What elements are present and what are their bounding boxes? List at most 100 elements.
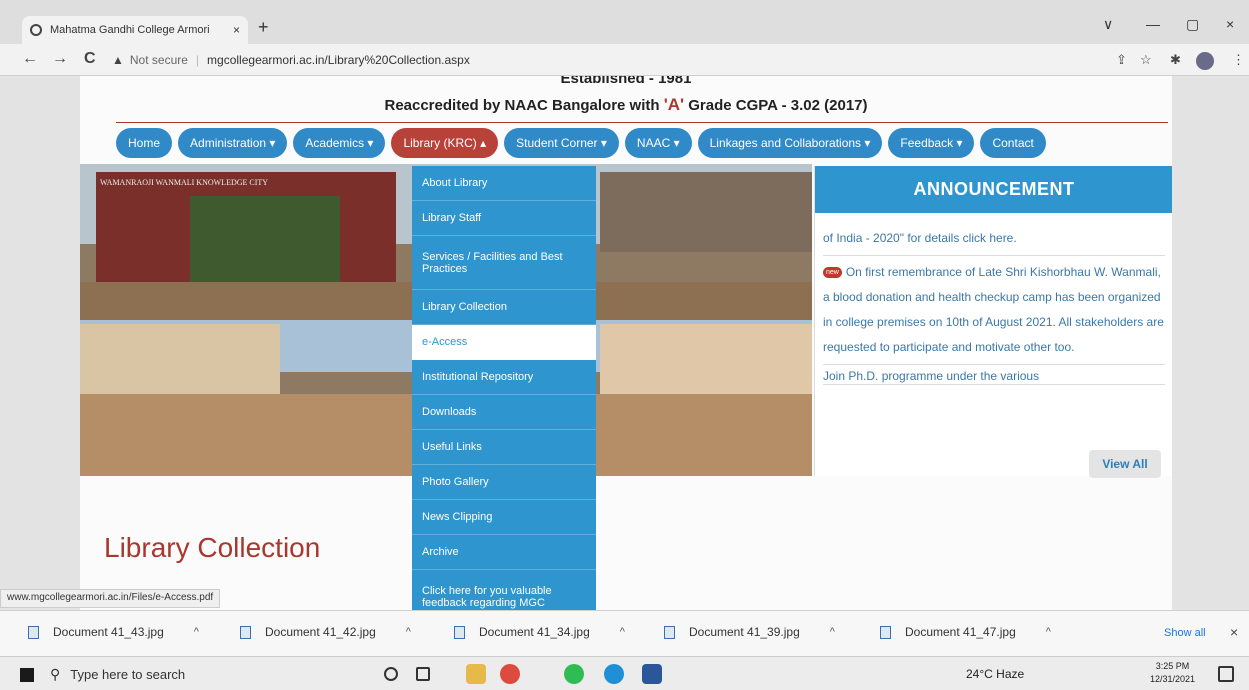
word-icon[interactable] (642, 664, 662, 684)
menu-item-feedback[interactable]: Click here for you valuable feedback reg… (412, 570, 596, 610)
search-icon: ⚲ (50, 665, 61, 682)
announcement-item[interactable]: of India - 2020" for details click here. (823, 222, 1165, 256)
photo-building (600, 172, 812, 252)
nav-administration[interactable]: Administration ▾ (178, 128, 288, 158)
weather-widget[interactable]: 24°C Haze (966, 667, 1024, 681)
menu-item-photo-gallery[interactable]: Photo Gallery (412, 465, 596, 500)
clock-date: 12/31/2021 (1150, 674, 1196, 684)
menu-item-institutional-repository[interactable]: Institutional Repository (412, 360, 596, 395)
file-explorer-icon[interactable] (466, 664, 486, 684)
close-window-button[interactable]: × (1226, 16, 1234, 32)
bookmark-star-icon[interactable]: ☆ (1140, 52, 1152, 68)
chevron-up-icon[interactable]: ^ (406, 626, 411, 638)
photo-building-left (80, 324, 280, 394)
menu-item-news-clipping[interactable]: News Clipping (412, 500, 596, 535)
photo-building-right (600, 324, 812, 400)
tab-title: Mahatma Gandhi College Armori (50, 24, 210, 36)
url-text: mgcollegearmori.ac.in/Library%20Collecti… (207, 53, 470, 67)
maximize-button[interactable]: ▢ (1186, 16, 1199, 33)
menu-item-e-access[interactable]: e-Access (412, 325, 596, 360)
windows-start-icon[interactable] (20, 668, 34, 682)
file-icon (240, 625, 251, 639)
library-dropdown-menu: About Library Library Staff Services / F… (412, 166, 596, 610)
nav-contact[interactable]: Contact (980, 128, 1046, 158)
header-divider (116, 122, 1168, 123)
minimize-button[interactable]: — (1146, 16, 1160, 32)
system-clock[interactable]: 3:25 PM 12/31/2021 (1150, 660, 1195, 686)
announcement-item[interactable]: Join Ph.D. programme under the various (823, 365, 1165, 385)
download-item[interactable]: Document 41_47.jpg ^ (880, 625, 1051, 639)
notification-icon[interactable] (1218, 666, 1234, 682)
download-item[interactable]: Document 41_34.jpg ^ (454, 625, 625, 639)
back-button[interactable]: ← (22, 50, 38, 68)
tab-close-icon[interactable]: × (233, 23, 240, 37)
accreditation-pre: Reaccredited by NAAC Bangalore with (384, 97, 664, 114)
download-filename: Document 41_34.jpg (479, 625, 590, 639)
download-item[interactable]: Document 41_42.jpg ^ (240, 625, 411, 639)
show-all-downloads-button[interactable]: Show all (1164, 627, 1206, 639)
nav-library[interactable]: Library (KRC) ▴ (391, 128, 499, 158)
whatsapp-icon[interactable] (564, 664, 584, 684)
main-nav: Home Administration ▾ Academics ▾ Librar… (116, 128, 1046, 162)
profile-avatar[interactable] (1196, 52, 1214, 70)
extensions-icon[interactable]: ✱ (1170, 52, 1181, 68)
menu-kebab-icon[interactable]: ⋮ (1232, 52, 1245, 68)
status-link-preview: www.mgcollegearmori.ac.in/Files/e-Access… (0, 589, 221, 608)
page-margin-left (0, 76, 80, 610)
reload-button[interactable]: C (84, 50, 96, 68)
menu-item-about-library[interactable]: About Library (412, 166, 596, 201)
menu-item-library-staff[interactable]: Library Staff (412, 201, 596, 236)
nav-naac[interactable]: NAAC ▾ (624, 128, 692, 158)
announcement-item[interactable]: new On first remembrance of Late Shri Kis… (823, 256, 1165, 365)
download-shelf: Document 41_43.jpg ^ Document 41_42.jpg ^ … (0, 610, 1249, 656)
download-filename: Document 41_42.jpg (265, 625, 376, 639)
download-filename: Document 41_47.jpg (905, 625, 1016, 639)
new-tab-button[interactable]: + (258, 17, 269, 38)
menu-item-library-collection[interactable]: Library Collection (412, 290, 596, 325)
download-item[interactable]: Document 41_43.jpg ^ (28, 625, 199, 639)
windows-taskbar: ⚲ Type here to search 24°C Haze 3:25 PM … (0, 656, 1249, 690)
page-title: Library Collection (104, 532, 321, 563)
menu-item-useful-links[interactable]: Useful Links (412, 430, 596, 465)
close-shelf-icon[interactable]: × (1230, 624, 1238, 640)
cortana-icon[interactable] (384, 667, 398, 681)
chevron-up-icon[interactable]: ^ (1046, 626, 1051, 638)
announcement-panel: ANNOUNCEMENT of India - 2020" for detail… (814, 166, 1172, 478)
address-separator: | (195, 53, 200, 67)
announcement-heading: ANNOUNCEMENT (815, 166, 1172, 213)
file-icon (880, 625, 891, 639)
address-bar[interactable]: ▲ Not secure | mgcollegearmori.ac.in/Lib… (112, 48, 1202, 72)
taskbar-search[interactable]: ⚲ Type here to search (50, 661, 350, 687)
menu-item-downloads[interactable]: Downloads (412, 395, 596, 430)
established-text: Established - 1981 (560, 76, 692, 87)
chevron-up-icon[interactable]: ^ (830, 626, 835, 638)
nav-home[interactable]: Home (116, 128, 173, 158)
edge-icon[interactable] (604, 664, 624, 684)
nav-feedback[interactable]: Feedback ▾ (888, 128, 975, 158)
screen: Mahatma Gandhi College Armori × + ∨ — ▢ … (0, 0, 1249, 690)
announcement-list: of India - 2020" for details click here.… (823, 222, 1165, 385)
task-view-icon[interactable] (416, 667, 430, 681)
nav-academics[interactable]: Academics ▾ (293, 128, 386, 158)
chevron-up-icon[interactable]: ^ (194, 626, 199, 638)
accreditation-text: Reaccredited by NAAC Bangalore with 'A' … (80, 95, 1172, 115)
chrome-icon[interactable] (500, 664, 520, 684)
browser-tab[interactable]: Mahatma Gandhi College Armori × (22, 16, 248, 44)
view-all-button[interactable]: View All (1089, 450, 1161, 478)
security-label: Not secure (129, 53, 188, 67)
new-badge-icon: new (823, 267, 842, 279)
search-placeholder: Type here to search (70, 666, 186, 682)
nav-linkages[interactable]: Linkages and Collaborations ▾ (697, 128, 883, 158)
download-item[interactable]: Document 41_39.jpg ^ (664, 625, 835, 639)
file-icon (454, 625, 465, 639)
accreditation-grade: 'A' (663, 95, 685, 114)
menu-item-services[interactable]: Services / Facilities and Best Practices (412, 236, 596, 290)
share-icon[interactable]: ⇪ (1116, 52, 1127, 68)
chevron-up-icon[interactable]: ^ (620, 626, 625, 638)
tab-search-icon[interactable]: ∨ (1103, 16, 1113, 33)
globe-icon (30, 24, 42, 36)
clock-time: 3:25 PM (1155, 661, 1190, 671)
nav-student-corner[interactable]: Student Corner ▾ (504, 128, 619, 158)
forward-button[interactable]: → (52, 50, 68, 68)
menu-item-archive[interactable]: Archive (412, 535, 596, 570)
